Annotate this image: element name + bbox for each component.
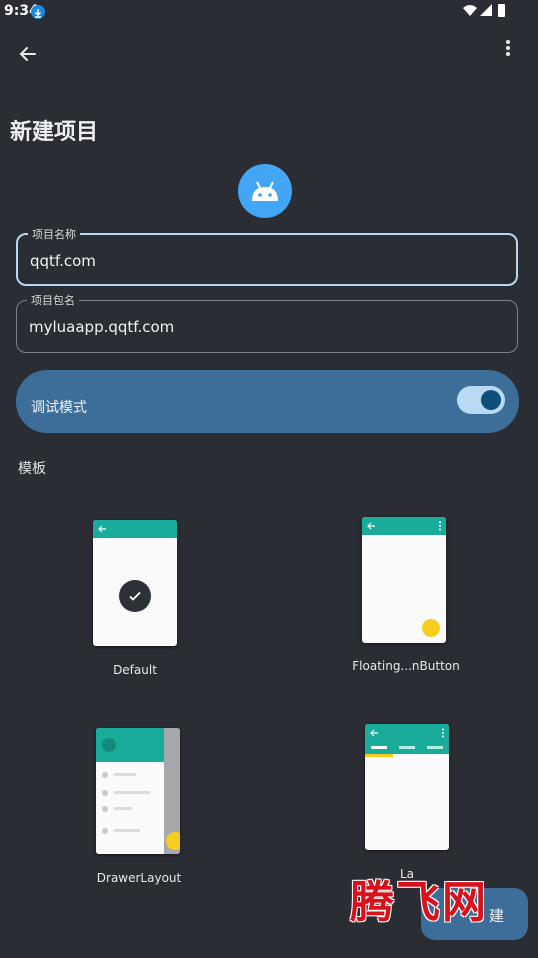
arrow-back-icon: [19, 47, 36, 61]
battery-icon: [498, 4, 505, 17]
more-vert-icon: [439, 521, 441, 531]
fab-preview-icon: [166, 832, 180, 850]
watermark-text: 腾飞网: [350, 877, 488, 928]
arrow-back-icon: [370, 729, 378, 737]
tab-indicator: [399, 746, 415, 749]
drawer-item-icon: [102, 790, 108, 796]
template-drawer-label: DrawerLayout: [96, 871, 182, 885]
drawer-item-line: [114, 829, 140, 832]
tab-underline: [365, 754, 393, 757]
drawer-item-line: [114, 791, 150, 794]
debug-mode-label: 调试模式: [31, 400, 87, 416]
drawer-panel: [96, 728, 164, 854]
status-icons: [462, 2, 508, 24]
drawer-item-icon: [102, 772, 108, 778]
more-vert-icon: [442, 728, 444, 738]
templates-section-label: 模板: [18, 461, 46, 477]
status-bar: 9:34: [0, 0, 538, 24]
drawer-header: [96, 728, 164, 762]
arrow-back-icon: [367, 522, 375, 530]
template-fab-card[interactable]: [362, 517, 446, 643]
template-toolbar: [365, 724, 449, 742]
wifi-icon: [463, 5, 477, 16]
signal-icon: [480, 4, 492, 16]
more-options-button[interactable]: [500, 38, 516, 58]
project-name-label: 项目名称: [28, 226, 80, 242]
drawer-item-icon: [102, 828, 108, 834]
project-name-input[interactable]: [30, 249, 500, 273]
template-toolbar: [362, 517, 446, 535]
template-default-label: Default: [113, 663, 157, 677]
template-toolbar: [93, 520, 177, 538]
package-name-label: 项目包名: [27, 292, 79, 308]
template-tabs-bar: [365, 742, 449, 754]
template-fab-label: Floating...nButton: [352, 659, 460, 673]
page-title: 新建项目: [10, 120, 99, 145]
fab-preview-icon: [422, 619, 440, 637]
project-icon-button[interactable]: [238, 164, 292, 218]
template-default-card[interactable]: [93, 520, 177, 646]
arrow-back-icon: [98, 525, 106, 533]
tab-indicator: [427, 746, 443, 749]
project-name-field[interactable]: 项目名称: [16, 226, 518, 286]
more-vert-icon: [506, 40, 510, 56]
template-tabs-card[interactable]: [365, 724, 449, 850]
debug-mode-row[interactable]: 调试模式: [16, 370, 519, 433]
download-notification-icon: [31, 5, 45, 19]
back-button[interactable]: [14, 40, 42, 68]
drawer-item-line: [114, 773, 136, 776]
debug-mode-toggle[interactable]: [457, 386, 505, 414]
drawer-item-line: [114, 807, 132, 810]
avatar: [102, 738, 116, 752]
selected-check-icon: [119, 580, 151, 612]
package-name-field[interactable]: 项目包名: [16, 292, 518, 353]
drawer-item-icon: [102, 806, 108, 812]
toggle-knob: [481, 390, 501, 410]
tab-indicator: [371, 746, 387, 749]
template-drawer-card[interactable]: [96, 728, 180, 854]
android-icon: [252, 181, 278, 201]
package-name-input[interactable]: [29, 315, 499, 339]
create-button-label: 建: [489, 907, 505, 925]
